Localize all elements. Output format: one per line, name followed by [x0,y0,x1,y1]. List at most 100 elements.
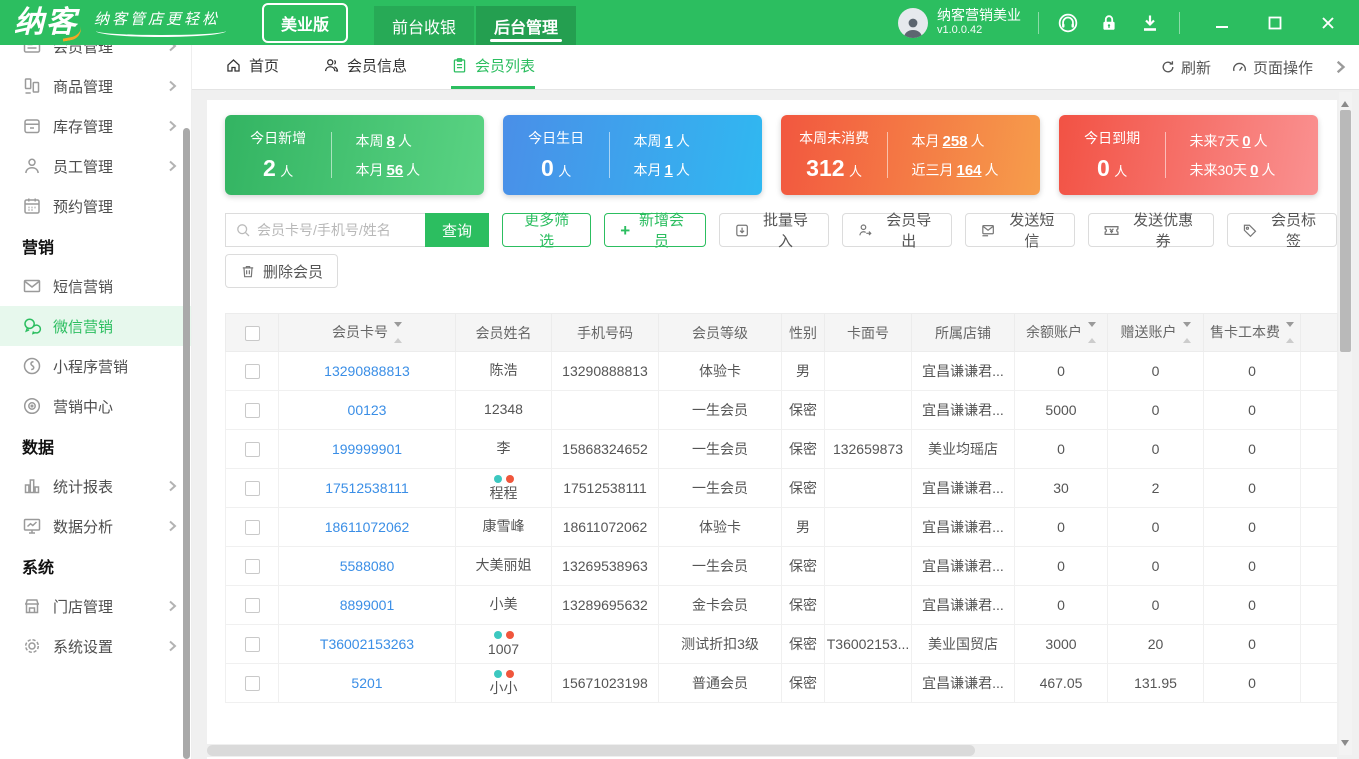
member-card-link[interactable]: 18611072062 [325,519,410,535]
delete-member-button[interactable]: 删除会员 [225,254,339,288]
member-card-link[interactable]: 17512538111 [325,480,409,496]
sidebar-item-goods[interactable]: 商品管理 [0,66,191,106]
cell-balance: 30 [1014,468,1108,508]
export-person-icon [859,223,872,236]
sidebar-item-analytics[interactable]: 数据分析 [0,506,191,546]
sidebar-item-miniprogram-marketing[interactable]: 小程序营销 [0,346,191,386]
sidebar-item-staff[interactable]: 员工管理 [0,146,191,186]
member-tag-button[interactable]: 会员标签 [1226,212,1337,250]
nav-tab-cashier[interactable]: 前台收银 [374,6,475,45]
member-card-link[interactable]: 5201 [351,675,382,691]
member-card-link[interactable]: T36002153263 [320,636,414,652]
sort-caret[interactable] [1286,322,1294,344]
sidebar-item-wechat-marketing[interactable]: 微信营销 [0,306,191,346]
sidebar-item-members[interactable]: 会员管理 [0,45,191,66]
chevron-right-icon[interactable] [1333,60,1347,74]
select-all-checkbox[interactable] [244,325,260,341]
member-card-link[interactable]: 00123 [348,402,387,418]
row-checkbox[interactable] [244,364,260,380]
content-panel: 今日新增 2 人 本周 8 人 本月 56 人 今日生日 0 人 本周 1 人 本月 1 人 [207,100,1338,759]
table-header-row: 会员卡号 会员姓名 手机号码 会员等级 性别 卡面号 所属店铺 余额账户 赠送账… [225,313,1338,352]
cell-face [824,663,912,703]
col-balance[interactable]: 余额账户 [1014,313,1108,352]
clipboard-icon [451,57,468,74]
add-member-button[interactable]: + 新增会员 [604,212,706,250]
member-export-button[interactable]: 会员导出 [842,212,953,250]
cell-gender: 保密 [781,429,825,469]
row-checkbox[interactable] [244,481,260,497]
download-icon[interactable] [1138,11,1162,35]
col-card[interactable]: 会员卡号 [278,313,456,352]
sidebar-item-marketing-center[interactable]: 营销中心 [0,386,191,426]
col-fee[interactable]: 售卡工本费 [1203,313,1301,352]
sidebar-item-booking[interactable]: 预约管理 [0,186,191,226]
row-checkbox[interactable] [244,598,260,614]
send-sms-button[interactable]: 发送短信 [965,212,1076,250]
sidebar-item-settings[interactable]: 系统设置 [0,626,191,666]
search-input[interactable] [257,222,425,238]
cell-phone: 15868324652 [551,429,659,469]
sidebar-item-stores[interactable]: 门店管理 [0,586,191,626]
cell-gift: 131.95 [1107,663,1204,703]
sort-caret[interactable] [394,322,402,344]
cell-card: 5588080 [278,546,456,586]
stat-card-expire-today: 今日到期 0 人 未来7天 0 人 未来30天 0 人 [1059,115,1318,195]
cell-name: 程程 [455,468,552,508]
cell-gift: 0 [1107,507,1204,547]
cell-store: 宜昌谦谦君... [911,585,1015,625]
sort-caret[interactable] [1088,322,1096,344]
customer-service-icon[interactable] [1056,11,1080,35]
tag-icon [1243,224,1257,237]
batch-import-button[interactable]: 批量导入 [718,212,830,250]
goods-icon [22,76,42,96]
row-checkbox[interactable] [244,520,260,536]
col-gift[interactable]: 赠送账户 [1107,313,1204,352]
row-checkbox[interactable] [244,559,260,575]
vertical-scrollbar[interactable] [1339,92,1352,755]
member-card-link[interactable]: 13290888813 [324,363,410,379]
sidebar-section-system: 系统 [22,560,55,577]
send-coupon-button[interactable]: 发送优惠券 [1088,212,1214,250]
sms-envelope-icon [982,224,995,236]
row-checkbox[interactable] [244,442,260,458]
horizontal-scrollbar[interactable] [207,744,1337,757]
page-ops-button[interactable]: 页面操作 [1231,57,1313,78]
close-button[interactable] [1317,12,1339,34]
horizontal-scrollbar-thumb[interactable] [207,745,976,756]
table-row: 17512538111 程程 17512538111 一生会员 保密 宜昌谦谦君… [225,468,1338,508]
cell-name: 12348 [455,390,552,430]
member-card-link[interactable]: 199999901 [332,441,402,457]
cell-phone [551,624,659,664]
minimize-button[interactable] [1211,12,1233,34]
plus-icon: + [620,220,631,240]
sidebar-item-inventory[interactable]: 库存管理 [0,106,191,146]
sidebar-section-data: 数据 [22,440,55,457]
cell-level: 体验卡 [658,507,782,547]
query-button[interactable]: 查询 [425,213,489,247]
refresh-button[interactable]: 刷新 [1160,57,1211,78]
edition-button[interactable]: 美业版 [262,2,349,43]
row-checkbox[interactable] [244,637,260,653]
scroll-up-arrow[interactable] [1341,97,1349,107]
sort-caret[interactable] [1182,322,1191,344]
chevron-right-icon [166,640,178,652]
divider [1179,11,1180,34]
tab-member-info[interactable]: 会员信息 [323,45,407,89]
vertical-scrollbar-thumb[interactable] [1340,110,1351,352]
sidebar-item-reports[interactable]: 统计报表 [0,466,191,506]
row-checkbox[interactable] [244,676,260,692]
scroll-down-arrow[interactable] [1341,740,1349,750]
tab-member-list[interactable]: 会员列表 [451,45,536,89]
tab-home[interactable]: 首页 [225,45,279,89]
nav-tab-backoffice[interactable]: 后台管理 [476,6,577,45]
more-filter-button[interactable]: 更多筛选 [502,212,592,250]
avatar[interactable] [898,7,928,38]
maximize-button[interactable] [1264,12,1286,34]
row-checkbox[interactable] [244,403,260,419]
member-card-link[interactable]: 5588080 [340,558,395,574]
member-card-link[interactable]: 8899001 [340,597,395,613]
lock-icon[interactable] [1097,11,1121,35]
person-avatar-icon [904,18,922,38]
sidebar-scrollbar[interactable] [183,128,190,759]
sidebar-item-sms-marketing[interactable]: 短信营销 [0,266,191,306]
